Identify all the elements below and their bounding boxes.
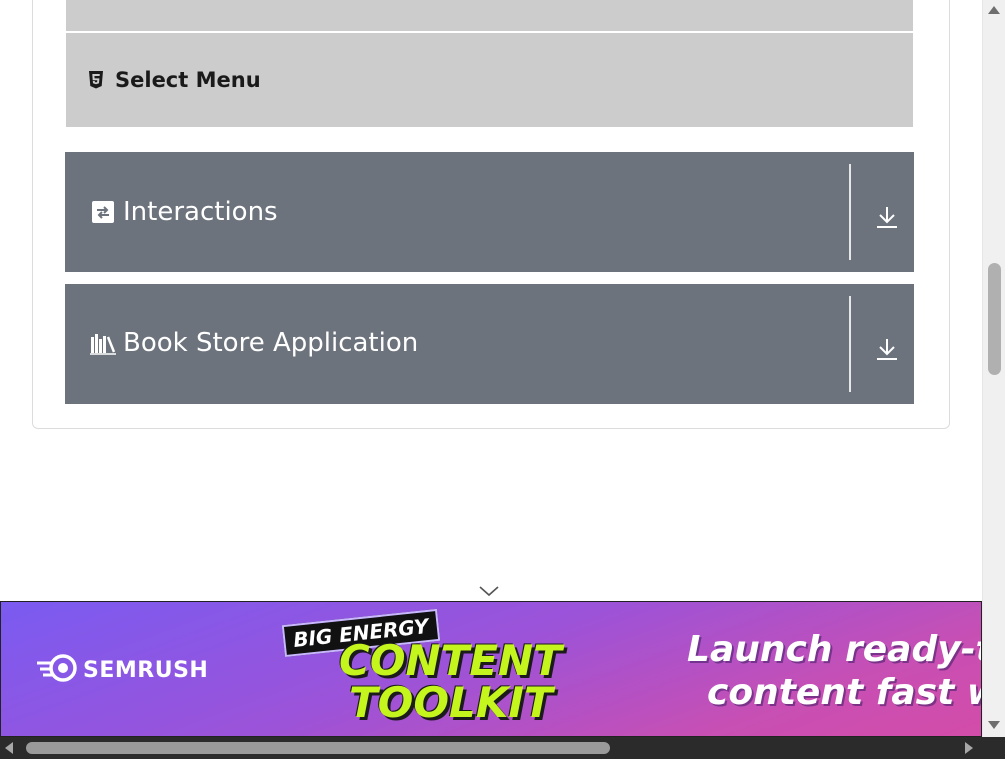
scroll-right-icon[interactable] [965, 742, 973, 754]
download-icon[interactable] [873, 334, 901, 364]
menu-item-select-menu[interactable]: Select Menu [66, 33, 913, 127]
scroll-down-icon[interactable] [988, 721, 1000, 729]
ad-headline: CONTENT TOOLKIT [339, 640, 562, 724]
ad-brand-text: SEMRUSH [83, 657, 209, 683]
group-book-store-application[interactable]: Book Store Application [65, 284, 914, 404]
download-icon[interactable] [873, 202, 901, 232]
ad-copy-line1: Launch ready-to [687, 629, 981, 670]
group-interactions[interactable]: Interactions [65, 152, 914, 272]
chevron-down-icon[interactable] [478, 583, 500, 597]
group-divider [849, 164, 851, 260]
vertical-scrollbar[interactable] [982, 0, 1005, 737]
ad-headline-line2: TOOLKIT [349, 678, 553, 727]
scrollbar-corner [982, 737, 1005, 759]
html5-icon [87, 70, 105, 90]
advertisement-banner[interactable]: SEMRUSH BIG ENERGY CONTENT TOOLKIT Launc… [0, 601, 982, 737]
books-icon [90, 330, 116, 356]
group-header[interactable]: Interactions [90, 152, 278, 272]
ad-copy: Launch ready-to content fast wi [687, 628, 982, 714]
horizontal-scroll-thumb[interactable] [26, 742, 610, 754]
group-title: Book Store Application [123, 328, 419, 358]
group-divider [849, 296, 851, 392]
menu-item-previous[interactable] [66, 0, 913, 31]
ad-brand: SEMRUSH [37, 654, 208, 686]
menu-item-label: Select Menu [115, 68, 261, 92]
scroll-left-icon[interactable] [5, 742, 13, 754]
vertical-scroll-thumb[interactable] [988, 263, 1001, 375]
exchange-icon [90, 199, 116, 225]
semrush-logo-icon [37, 654, 77, 686]
group-title: Interactions [123, 197, 278, 227]
horizontal-scrollbar[interactable] [0, 737, 982, 759]
page-viewport: Select Menu Interactions Book Store Appl… [0, 0, 982, 737]
group-header[interactable]: Book Store Application [90, 284, 418, 402]
ad-copy-line2: content fast wi [707, 672, 982, 713]
scroll-up-icon[interactable] [988, 6, 1000, 14]
